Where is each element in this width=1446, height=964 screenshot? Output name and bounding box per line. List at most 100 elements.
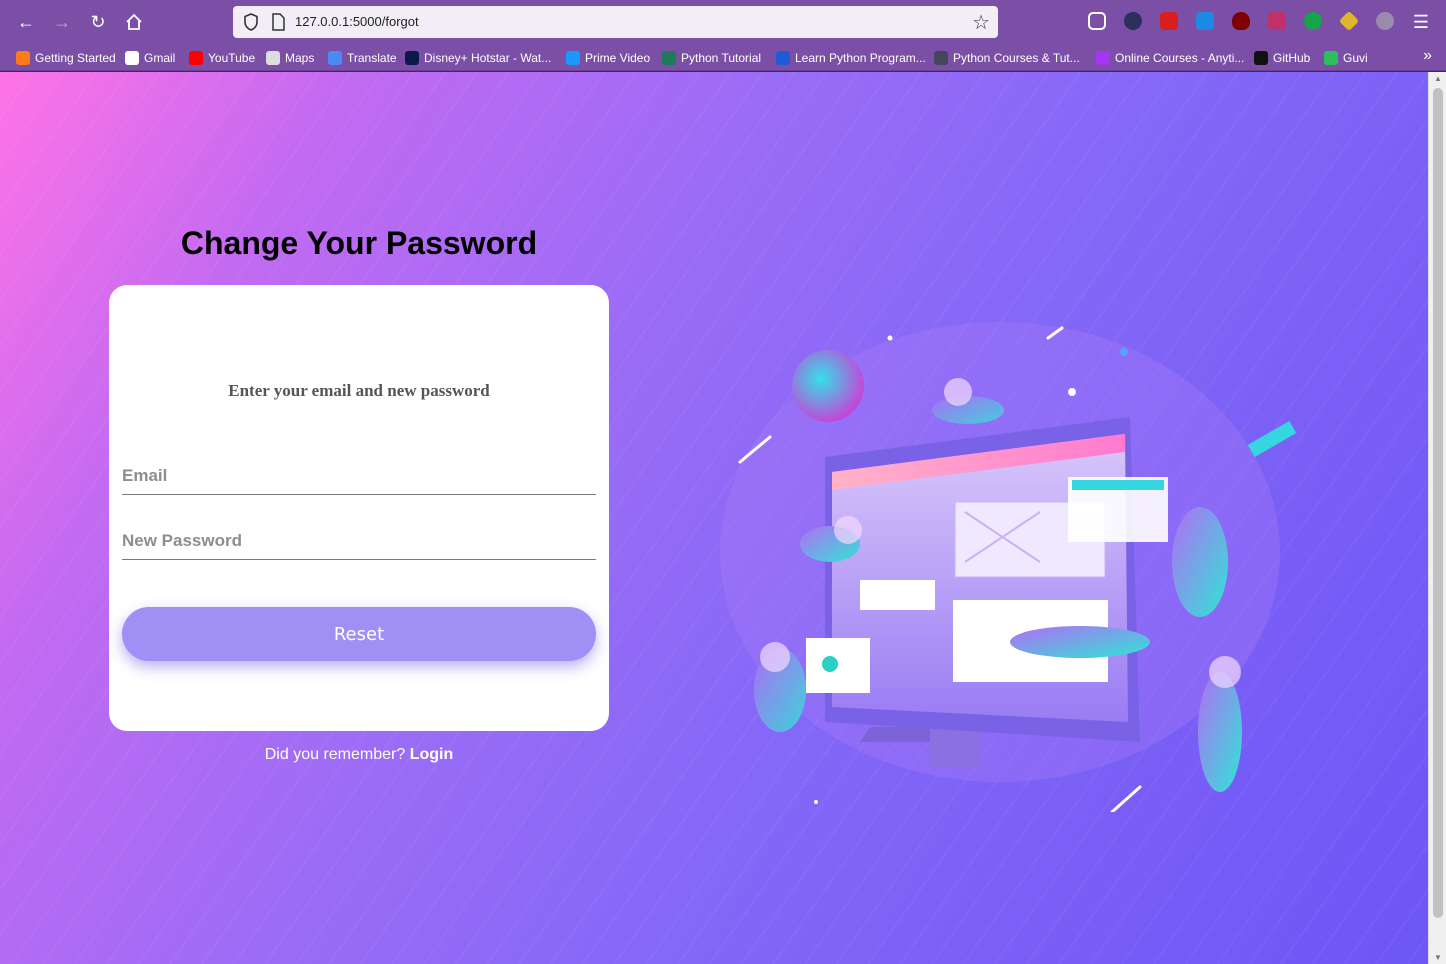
home-button[interactable] (120, 8, 148, 36)
bookmark-label: Getting Started (35, 51, 116, 65)
page-icon (272, 13, 285, 31)
planet-shape (792, 350, 864, 422)
menu-icon[interactable]: ☰ (1407, 8, 1435, 36)
bookmark-favicon-icon (189, 51, 203, 65)
url-text[interactable]: 127.0.0.1:5000/forgot (295, 14, 419, 29)
monitor-stand (930, 727, 980, 767)
bookmark-item[interactable]: Python Courses & Tut... (934, 49, 1080, 67)
monitor-base (860, 727, 940, 742)
bookmark-favicon-icon (566, 51, 580, 65)
star-dot (1120, 348, 1128, 356)
profile-card (806, 638, 870, 693)
login-prompt-text: Did you remember? (264, 746, 406, 763)
address-bar[interactable]: 127.0.0.1:5000/forgot ☆ (233, 6, 998, 38)
browser-window: ← → ↻ 127.0.0.1:5000/forgot ☆ ☰ Getting … (0, 0, 1446, 964)
bookmark-label: Python Tutorial (681, 51, 762, 65)
bookmark-favicon-icon (1254, 51, 1268, 65)
form-subtitle: Enter your email and new password (228, 381, 490, 400)
bookmark-label: GitHub (1273, 51, 1311, 65)
bookmark-item[interactable]: Prime Video (566, 49, 650, 67)
bookmark-favicon-icon (266, 51, 280, 65)
reload-button[interactable]: ↻ (84, 8, 112, 36)
extension-icon[interactable] (1124, 12, 1142, 30)
bookmark-item[interactable]: Online Courses - Anyti... (1096, 49, 1244, 67)
vertical-scrollbar[interactable]: ▲ ▼ (1428, 72, 1446, 964)
bookmark-favicon-icon (328, 51, 342, 65)
login-prompt: Did you remember? Login (109, 746, 609, 764)
bookmark-favicon-icon (405, 51, 419, 65)
bookmark-favicon-icon (662, 51, 676, 65)
bookmark-label: Online Courses - Anyti... (1115, 51, 1245, 65)
shooting-star (1110, 785, 1142, 812)
extension-icon[interactable] (1160, 12, 1178, 30)
email-input[interactable] (122, 457, 596, 494)
text-block (860, 580, 935, 610)
reset-form-card: Enter your email and new password Reset (109, 285, 609, 731)
bookmark-favicon-icon (16, 51, 30, 65)
bookmark-favicon-icon (125, 51, 139, 65)
astronaut-figure (1198, 672, 1242, 792)
bookmark-favicon-icon (1324, 51, 1338, 65)
hero-illustration (720, 322, 1297, 812)
scroll-up-icon[interactable]: ▲ (1434, 74, 1442, 83)
bookmark-item[interactable]: Translate (328, 49, 397, 67)
email-field (122, 457, 596, 495)
bookmarks-bar: Getting Started Gmail YouTube Maps Translate… (0, 44, 1446, 71)
profile-avatar (822, 656, 838, 672)
bookmark-label: Guvi (1343, 51, 1368, 65)
bookmark-label: Disney+ Hotstar - Wat... (424, 51, 552, 65)
bookmark-label: Maps (285, 51, 315, 65)
bookmark-favicon-icon (776, 51, 790, 65)
bookmark-item[interactable]: Python Tutorial (662, 49, 761, 67)
page-title: Change Your Password (180, 225, 538, 261)
back-button[interactable]: ← (12, 8, 40, 36)
bookmark-label: Prime Video (585, 51, 651, 65)
account-icon[interactable] (1376, 12, 1394, 30)
bookmark-favicon-icon (934, 51, 948, 65)
bookmark-label: Gmail (144, 51, 176, 65)
ublock-icon[interactable] (1232, 12, 1250, 30)
bookmark-item[interactable]: YouTube (189, 49, 255, 67)
extension-icon[interactable] (1268, 12, 1286, 30)
forward-button[interactable]: → (48, 8, 76, 36)
bookmark-label: Translate (347, 51, 397, 65)
extension-icon[interactable] (1304, 12, 1322, 30)
star-dot (1068, 388, 1076, 396)
bookmark-label: Learn Python Program... (795, 51, 926, 65)
astronaut-helmet (944, 378, 972, 406)
home-icon (126, 13, 142, 30)
scrollbar-thumb[interactable] (1433, 88, 1443, 918)
scroll-down-icon[interactable]: ▼ (1434, 953, 1442, 962)
password-field (122, 522, 596, 560)
star-dot (887, 335, 893, 341)
astronaut-helmet (834, 516, 862, 544)
pocket-icon[interactable] (1088, 12, 1106, 30)
bookmark-item[interactable]: Disney+ Hotstar - Wat... (405, 49, 551, 67)
satellite-shape (1247, 420, 1297, 458)
bookmark-item[interactable]: Learn Python Program... (776, 49, 926, 67)
bookmarks-overflow-icon[interactable]: » (1423, 47, 1432, 65)
extension-icon[interactable] (1338, 10, 1360, 32)
login-link[interactable]: Login (410, 746, 454, 763)
bookmark-favicon-icon (1096, 51, 1110, 65)
bookmark-item[interactable]: Getting Started (16, 49, 116, 67)
bookmark-label: YouTube (208, 51, 256, 65)
reset-button[interactable]: Reset (122, 607, 596, 661)
browser-toolbar: ← → ↻ 127.0.0.1:5000/forgot ☆ ☰ (0, 0, 1446, 44)
bookmark-item[interactable]: Gmail (125, 49, 175, 67)
bookmark-item[interactable]: GitHub (1254, 49, 1310, 67)
page-content: Change Your Password Enter your email an… (0, 72, 1428, 964)
shield-icon[interactable] (243, 13, 259, 31)
extension-icon[interactable] (1196, 12, 1214, 30)
astronaut-figure (1172, 507, 1228, 617)
bookmark-item[interactable]: Guvi (1324, 49, 1368, 67)
floating-window-bar (1072, 480, 1164, 490)
star-dot (814, 800, 818, 804)
astronaut-helmet (760, 642, 790, 672)
astronaut-figure (1010, 626, 1150, 658)
astronaut-helmet (1209, 656, 1241, 688)
bookmark-label: Python Courses & Tut... (953, 51, 1080, 65)
new-password-input[interactable] (122, 522, 596, 559)
bookmark-star-icon[interactable]: ☆ (972, 10, 990, 35)
bookmark-item[interactable]: Maps (266, 49, 314, 67)
